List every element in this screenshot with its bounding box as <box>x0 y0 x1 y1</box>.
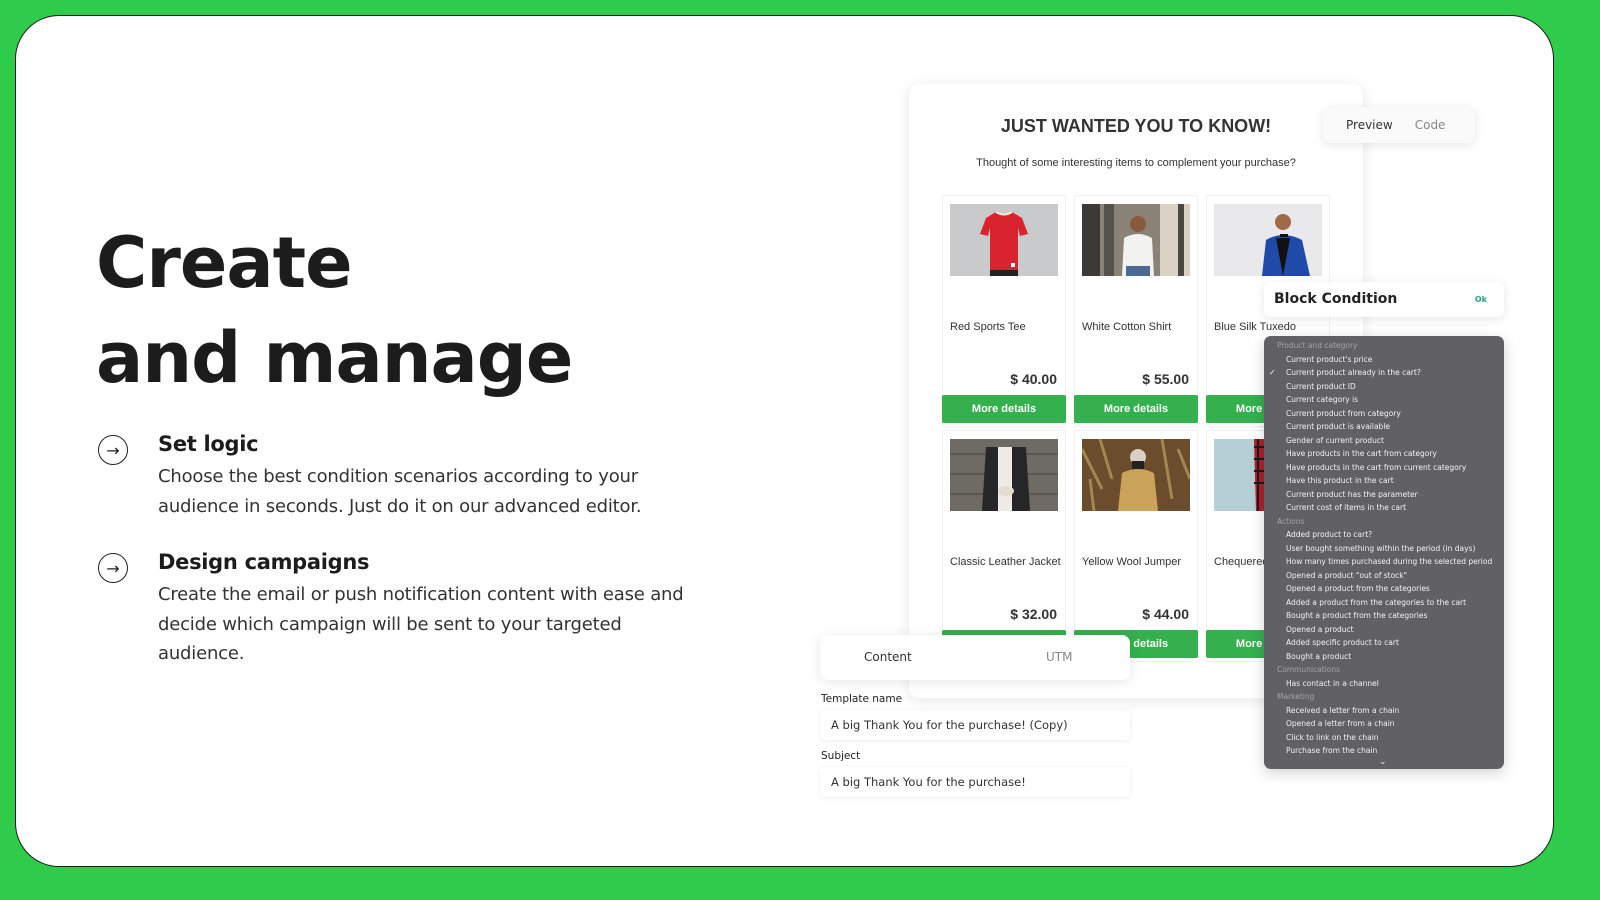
product-image-yellow-jumper <box>1082 439 1190 511</box>
hero-title-line-1: Create <box>96 222 353 304</box>
product-card: Yellow Wool Jumper $ 44.00 More details <box>1074 430 1198 662</box>
dropdown-option[interactable]: Bought a product from the categories <box>1264 609 1504 623</box>
dropdown-option[interactable]: Have this product in the cart <box>1264 474 1504 488</box>
page-frame: Create and manage → Set logic Choose the… <box>15 15 1554 867</box>
product-price: $ 32.00 <box>1010 606 1057 622</box>
product-name: White Cotton Shirt <box>1082 321 1172 333</box>
dropdown-option[interactable]: Has contact in a channel <box>1264 677 1504 691</box>
checkmark-icon: ✓ <box>1269 368 1276 377</box>
product-price: $ 44.00 <box>1142 606 1189 622</box>
dropdown-option[interactable]: Current product has the parameter <box>1264 488 1504 502</box>
template-name-input[interactable]: A big Thank You for the purchase! (Copy) <box>820 710 1130 740</box>
dropdown-option[interactable]: Current product is available <box>1264 420 1504 434</box>
arrow-right-circle-icon: → <box>98 435 128 465</box>
dropdown-group-label: Product and category <box>1277 341 1358 350</box>
dropdown-group-label: Actions <box>1277 516 1305 526</box>
dropdown-option[interactable]: Added a product from the categories to t… <box>1264 596 1504 610</box>
arrow-right-circle-icon: → <box>98 553 128 583</box>
feature-description: Create the email or push notification co… <box>158 584 684 664</box>
tab-preview[interactable]: Preview <box>1323 118 1393 132</box>
tab-content[interactable]: Content <box>864 650 912 664</box>
block-condition-header: Block Condition Ok <box>1264 282 1504 317</box>
product-card: Red Sports Tee $ 40.00 More details <box>942 195 1066 427</box>
dropdown-option[interactable]: Purchase from the chain <box>1264 744 1504 758</box>
dropdown-option[interactable]: Opened a product <box>1264 623 1504 637</box>
tab-code[interactable]: Code <box>1393 118 1446 132</box>
dropdown-option[interactable]: Have products in the cart from current c… <box>1264 461 1504 475</box>
dropdown-option[interactable]: Current product from category <box>1264 407 1504 421</box>
block-condition-title: Block Condition <box>1274 291 1398 307</box>
product-price: $ 55.00 <box>1142 371 1189 387</box>
more-details-button[interactable]: More details <box>942 395 1066 423</box>
dropdown-option[interactable]: Current product's price <box>1264 353 1504 367</box>
product-name: Blue Silk Tuxedo <box>1214 321 1296 333</box>
dropdown-option[interactable]: Added product to cart? <box>1264 528 1504 542</box>
dropdown-group-label: Communications <box>1277 665 1341 674</box>
product-price: $ 40.00 <box>1010 371 1057 387</box>
product-image-leather-jacket <box>950 439 1058 511</box>
product-name: Yellow Wool Jumper <box>1082 556 1182 568</box>
subject-label: Subject <box>821 750 861 762</box>
product-name: Chequered <box>1214 556 1269 568</box>
product-name: Red Sports Tee <box>950 321 1026 333</box>
dropdown-option[interactable]: Gender of current product <box>1264 434 1504 448</box>
hero-title-line-2: and manage <box>96 317 573 399</box>
tab-utm[interactable]: UTM <box>1046 650 1072 664</box>
product-image-blue-tuxedo <box>1214 204 1322 276</box>
chevron-down-icon[interactable]: ⌄ <box>1379 757 1387 767</box>
dropdown-option[interactable]: Bought a product <box>1264 650 1504 664</box>
dropdown-option[interactable]: Opened a product from the categories <box>1264 582 1504 596</box>
dropdown-option-selected[interactable]: ✓ Current product already in the cart? <box>1264 366 1504 380</box>
feature-description: Choose the best condition scenarios acco… <box>158 466 642 517</box>
ok-button[interactable]: Ok <box>1475 295 1487 304</box>
feature-title: Design campaigns <box>158 550 370 574</box>
dropdown-option[interactable]: Current product ID <box>1264 380 1504 394</box>
dropdown-option[interactable]: Received a letter from a chain <box>1264 704 1504 718</box>
dropdown-option[interactable]: User bought something within the period … <box>1264 542 1504 556</box>
dropdown-option[interactable]: Opened a product "out of stock" <box>1264 569 1504 583</box>
dropdown-option[interactable]: Current cost of items in the cart <box>1264 501 1504 515</box>
product-name: Classic Leather Jacket <box>950 556 1061 568</box>
dropdown-option[interactable]: Added specific product to cart <box>1264 636 1504 650</box>
product-image-red-tee <box>950 204 1058 276</box>
condition-dropdown[interactable]: Product and category Current product's p… <box>1264 336 1504 769</box>
product-image-white-shirt <box>1082 204 1190 276</box>
editor-tabs: Content UTM <box>820 635 1130 680</box>
product-card: Classic Leather Jacket $ 32.00 More deta… <box>942 430 1066 662</box>
email-subtitle: Thought of some interesting items to com… <box>976 157 1296 169</box>
dropdown-option[interactable]: Click to link on the chain <box>1264 731 1504 745</box>
email-title: JUST WANTED YOU TO KNOW! <box>1000 116 1272 136</box>
dropdown-option-label: Current product already in the cart? <box>1286 368 1421 377</box>
hero-title: Create and manage <box>96 216 573 406</box>
product-card: White Cotton Shirt $ 55.00 More details <box>1074 195 1198 427</box>
dropdown-option[interactable]: How many times purchased during the sele… <box>1264 555 1504 569</box>
dropdown-group-label: Marketing <box>1277 692 1315 701</box>
subject-input[interactable]: A big Thank You for the purchase! <box>820 767 1130 797</box>
more-details-button[interactable]: More details <box>1074 395 1198 423</box>
dropdown-option[interactable]: Have products in the cart from category <box>1264 447 1504 461</box>
dropdown-option[interactable]: Opened a letter from a chain <box>1264 717 1504 731</box>
template-name-label: Template name <box>821 693 903 705</box>
view-toggle: Preview Code <box>1323 107 1475 143</box>
feature-title: Set logic <box>158 432 259 456</box>
dropdown-option[interactable]: Current category is <box>1264 393 1504 407</box>
